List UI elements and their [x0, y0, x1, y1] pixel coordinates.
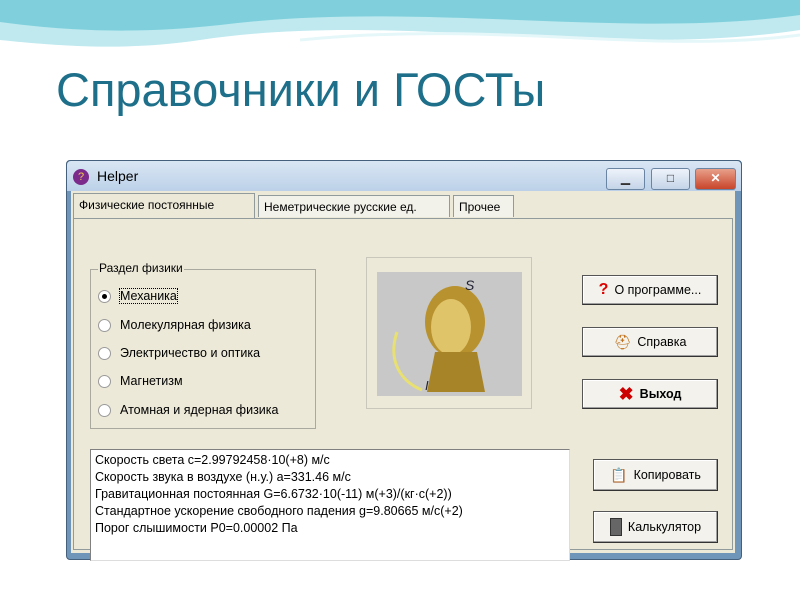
- minimize-button[interactable]: ▁: [606, 168, 645, 190]
- statue-illustration: S I: [392, 277, 485, 393]
- copy-icon: 📋: [610, 466, 628, 483]
- svg-text:S: S: [465, 277, 475, 293]
- radio-electricity-optics[interactable]: Электричество и оптика: [98, 344, 260, 362]
- radio-label: Механика: [119, 288, 178, 304]
- calculator-button[interactable]: Калькулятор: [593, 511, 718, 543]
- about-label: О программе...: [614, 283, 702, 297]
- red-x-icon: ✖: [618, 383, 634, 404]
- slide-title: Справочники и ГОСТы: [56, 63, 546, 116]
- memo-line: Стандартное ускорение свободного падения…: [95, 504, 463, 518]
- constants-memo[interactable]: Скорость света c=2.99792458·10(+8) м/с С…: [90, 449, 570, 561]
- radio-label: Электричество и оптика: [120, 346, 261, 360]
- radio-circle[interactable]: [98, 403, 111, 417]
- tab-panel: Раздел физики Механика Молекулярная физи…: [73, 218, 733, 561]
- memo-line: Скорость света c=2.99792458·10(+8) м/с: [95, 453, 330, 467]
- client-area: Физические постоянные Неметрические русс…: [71, 191, 735, 561]
- radio-label: Атомная и ядерная физика: [120, 403, 279, 417]
- copy-label: Копировать: [633, 468, 701, 482]
- statue-head-image: S I: [377, 272, 522, 396]
- help-button[interactable]: ⛑ Справка: [582, 327, 718, 357]
- svg-text:I: I: [425, 378, 429, 393]
- copy-button[interactable]: 📋 Копировать: [593, 459, 718, 491]
- radio-mechanics[interactable]: Механика: [98, 287, 178, 305]
- memo-line: Скорость звука в воздухе (н.у.) a=331.46…: [95, 470, 351, 484]
- radio-atomic-nuclear[interactable]: Атомная и ядерная физика: [98, 401, 278, 419]
- window-title: Helper: [97, 168, 139, 184]
- help-label: Справка: [637, 335, 687, 349]
- group-label: Раздел физики: [98, 261, 184, 275]
- radio-circle[interactable]: [98, 289, 111, 303]
- decorative-waves: [0, 0, 800, 47]
- memo-line: Гравитационная постоянная G=6.6732·10(-1…: [95, 487, 452, 501]
- exit-label: Выход: [639, 387, 682, 401]
- title-bar[interactable]: ? Helper ▁ □ ✕: [67, 161, 741, 191]
- app-book-icon: ?: [73, 169, 89, 185]
- radio-label: Молекулярная физика: [120, 318, 251, 332]
- radio-magnetism[interactable]: Магнетизм: [98, 372, 183, 390]
- about-button[interactable]: ? О программе...: [582, 275, 718, 305]
- radio-circle[interactable]: [98, 346, 111, 360]
- radio-circle[interactable]: [98, 318, 111, 332]
- radio-label: Магнетизм: [120, 374, 183, 388]
- help-book-icon: ⛑: [613, 333, 632, 350]
- tab-nonmetric-units[interactable]: Неметрические русские ед.: [258, 195, 450, 217]
- question-icon: ?: [598, 281, 609, 298]
- exit-button[interactable]: ✖ Выход: [582, 379, 718, 409]
- radio-circle[interactable]: [98, 374, 111, 388]
- calculator-icon: [609, 518, 622, 536]
- helper-window: ? Helper ▁ □ ✕ Физические постоянные Нем…: [66, 160, 742, 561]
- maximize-button[interactable]: □: [651, 168, 690, 190]
- image-frame: S I: [366, 257, 532, 409]
- close-button[interactable]: ✕: [695, 168, 736, 190]
- radio-molecular[interactable]: Молекулярная физика: [98, 316, 251, 334]
- tab-physical-constants[interactable]: Физические постоянные: [73, 193, 255, 218]
- calculator-label: Калькулятор: [627, 520, 702, 534]
- memo-line: Порог слышимости P0=0.00002 Па: [95, 521, 298, 535]
- tab-other[interactable]: Прочее: [453, 195, 514, 217]
